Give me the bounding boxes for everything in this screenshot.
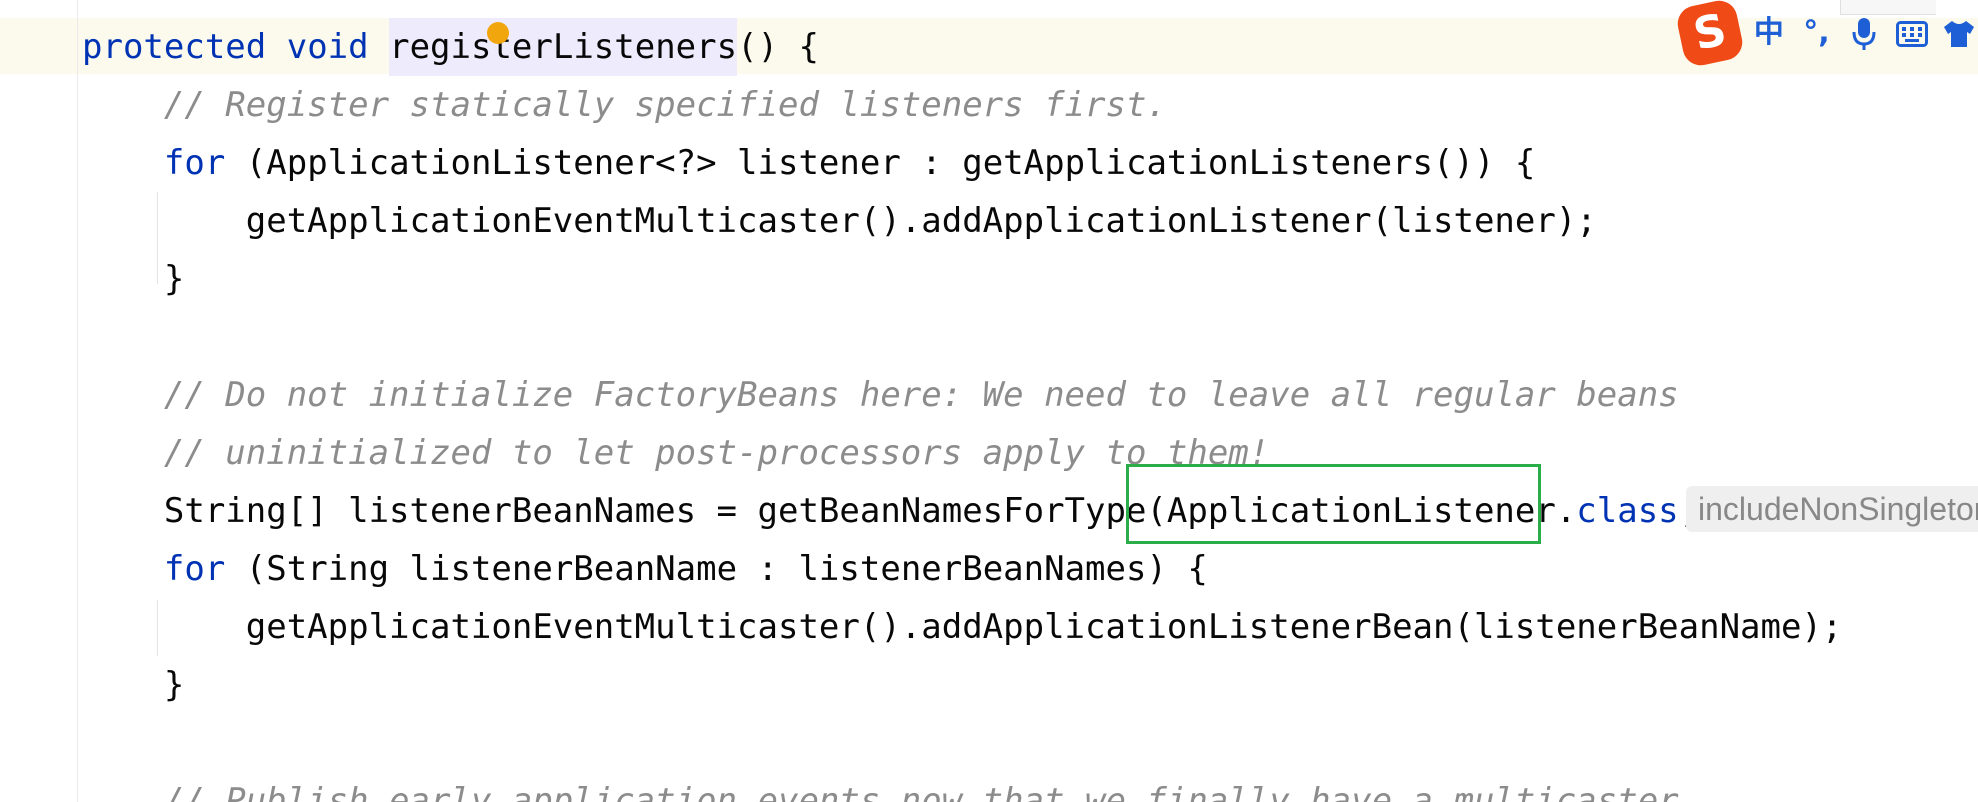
code-token: String[] listenerBeanNames = getBeanName… <box>82 491 1577 531</box>
code-token: } <box>82 259 185 299</box>
comment-token: // Register statically specified listene… <box>82 85 1167 125</box>
ime-toolbar[interactable]: S 中 °, <box>1674 0 1978 69</box>
caret-marker <box>487 22 509 44</box>
comment-token: // Publish early application events now … <box>82 781 1741 802</box>
code-line[interactable]: // Register statically specified listene… <box>82 76 1167 134</box>
code-token: () { <box>737 27 819 67</box>
gutter-separator <box>77 0 78 802</box>
code-editor[interactable]: protected void registerListeners() { // … <box>0 0 1978 802</box>
code-line[interactable]: for (ApplicationListener<?> listener : g… <box>82 134 1535 192</box>
microphone-icon[interactable] <box>1845 5 1883 61</box>
code-token: getApplicationEventMulticaster().addAppl… <box>82 201 1597 241</box>
code-line[interactable]: getApplicationEventMulticaster().addAppl… <box>82 598 1843 656</box>
code-token: getApplicationEventMulticaster().addAppl… <box>82 607 1843 647</box>
sogou-logo-icon[interactable]: S <box>1674 0 1746 69</box>
shirt-skin-icon[interactable] <box>1940 5 1978 61</box>
code-line[interactable]: getApplicationEventMulticaster().addAppl… <box>82 192 1597 250</box>
code-line[interactable]: String[] listenerBeanNames = getBeanName… <box>82 482 1699 540</box>
code-line[interactable]: // uninitialized to let post-processors … <box>82 424 1269 482</box>
keyword-token: for <box>163 549 226 589</box>
code-line[interactable]: // Publish early application events now … <box>82 772 1740 802</box>
comment-token: // Do not initialize FactoryBeans here: … <box>82 375 1679 415</box>
chinese-mode-icon[interactable]: 中 <box>1750 5 1788 61</box>
keyboard-icon[interactable] <box>1893 5 1931 61</box>
punctuation-icon[interactable]: °, <box>1798 5 1836 61</box>
code-line[interactable]: for (String listenerBeanName : listenerB… <box>82 540 1208 598</box>
keyword-token: protected <box>82 27 267 67</box>
code-line[interactable]: protected void registerListeners() { <box>82 18 819 76</box>
code-token: } <box>82 665 185 705</box>
keyword-token: void <box>286 27 369 67</box>
code-line[interactable]: } <box>82 656 184 714</box>
parameter-name-hint: includeNonSingletons: <box>1686 486 1978 532</box>
comment-token: // uninitialized to let post-processors … <box>82 433 1270 473</box>
code-token: (ApplicationListener<?> listener : getAp… <box>225 143 1536 183</box>
code-line[interactable]: // Do not initialize FactoryBeans here: … <box>82 366 1679 424</box>
keyword-token: class <box>1576 491 1679 531</box>
code-token: registerListeners <box>389 18 738 76</box>
keyword-token: for <box>163 143 226 183</box>
code-token: (String listenerBeanName : listenerBeanN… <box>225 549 1208 589</box>
code-line[interactable]: } <box>82 250 184 308</box>
